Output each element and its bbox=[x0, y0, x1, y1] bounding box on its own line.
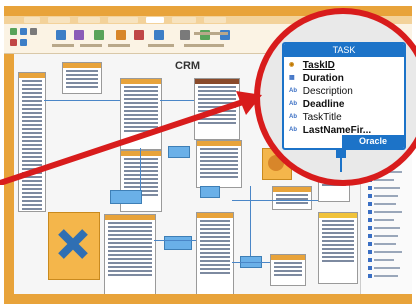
toolbar-icon[interactable] bbox=[56, 30, 66, 40]
toolbar-icon[interactable] bbox=[10, 39, 17, 46]
field-label: Duration bbox=[302, 73, 344, 85]
relation-label[interactable] bbox=[164, 236, 192, 250]
relation-label[interactable] bbox=[200, 186, 220, 198]
status-bar bbox=[4, 294, 412, 304]
text-field-icon: Ab bbox=[289, 127, 297, 133]
toolbar-icon[interactable] bbox=[116, 30, 126, 40]
toolbar-icon[interactable] bbox=[94, 30, 104, 40]
note-box[interactable] bbox=[48, 212, 100, 280]
table-field[interactable]: Ab TaskTitle bbox=[289, 111, 404, 124]
tools-icon bbox=[58, 229, 88, 259]
menu-tab[interactable] bbox=[204, 17, 226, 23]
connector-line bbox=[340, 158, 342, 172]
field-label: Description bbox=[302, 86, 353, 98]
toolbar-caption bbox=[80, 44, 102, 47]
toolbar-caption bbox=[52, 44, 74, 47]
number-field-icon: ▦ bbox=[289, 75, 295, 81]
menu-tab[interactable] bbox=[108, 17, 138, 23]
field-label: TaskID bbox=[302, 60, 335, 72]
table-field[interactable]: Ab Description bbox=[289, 85, 404, 98]
text-field-icon: Ab bbox=[289, 88, 297, 94]
toolbar-icon[interactable] bbox=[154, 30, 164, 40]
table-field[interactable]: Ab Deadline bbox=[289, 98, 404, 111]
toolbar-icon[interactable] bbox=[30, 28, 37, 35]
field-label: TaskTitle bbox=[302, 112, 342, 124]
entity-table[interactable] bbox=[318, 212, 358, 284]
date-field-icon: Ab bbox=[289, 101, 297, 107]
callout-arrow bbox=[0, 91, 262, 185]
connector-stub bbox=[336, 150, 346, 158]
entity-table[interactable] bbox=[196, 212, 234, 296]
toolbar-icon[interactable] bbox=[20, 39, 27, 46]
toolbar-caption bbox=[194, 32, 228, 35]
relationship-line bbox=[154, 240, 196, 241]
toolbar-icon[interactable] bbox=[134, 30, 144, 40]
menu-tab[interactable] bbox=[78, 17, 100, 23]
toolbar-icon[interactable] bbox=[10, 28, 17, 35]
toolbar-caption bbox=[148, 44, 174, 47]
toolbar-caption bbox=[108, 44, 130, 47]
menu-tab-active[interactable] bbox=[146, 17, 164, 23]
menu-tab[interactable] bbox=[48, 17, 70, 23]
toolbar-icon[interactable] bbox=[20, 28, 27, 35]
entity-table[interactable] bbox=[272, 186, 312, 210]
menu-tab[interactable] bbox=[172, 17, 196, 23]
relationship-line bbox=[232, 200, 318, 201]
relationship-line bbox=[250, 186, 251, 256]
field-label: Deadline bbox=[302, 99, 345, 111]
toolbar-icon[interactable] bbox=[74, 30, 84, 40]
entity-table[interactable] bbox=[104, 214, 156, 296]
toolbar-icon[interactable] bbox=[180, 30, 190, 40]
table-field[interactable]: ◉ TaskID bbox=[289, 59, 404, 72]
text-field-icon: Ab bbox=[289, 114, 297, 120]
table-field[interactable]: ▦ Duration bbox=[289, 72, 404, 85]
app-window: CRM TASK ◉ TaskID ▦ Duration Ab Descript… bbox=[0, 0, 416, 307]
diagram-title: CRM bbox=[175, 60, 201, 72]
table-name: TASK bbox=[284, 44, 404, 57]
toolbar-caption bbox=[184, 44, 224, 47]
database-badge: Oracle bbox=[342, 135, 404, 148]
relation-label[interactable] bbox=[110, 190, 142, 204]
entity-table[interactable] bbox=[270, 254, 306, 286]
zoomed-task-table[interactable]: TASK ◉ TaskID ▦ Duration Ab Description … bbox=[282, 42, 406, 150]
relationship-line bbox=[232, 262, 270, 263]
menu-tab[interactable] bbox=[24, 17, 40, 23]
primary-key-icon: ◉ bbox=[289, 62, 295, 68]
